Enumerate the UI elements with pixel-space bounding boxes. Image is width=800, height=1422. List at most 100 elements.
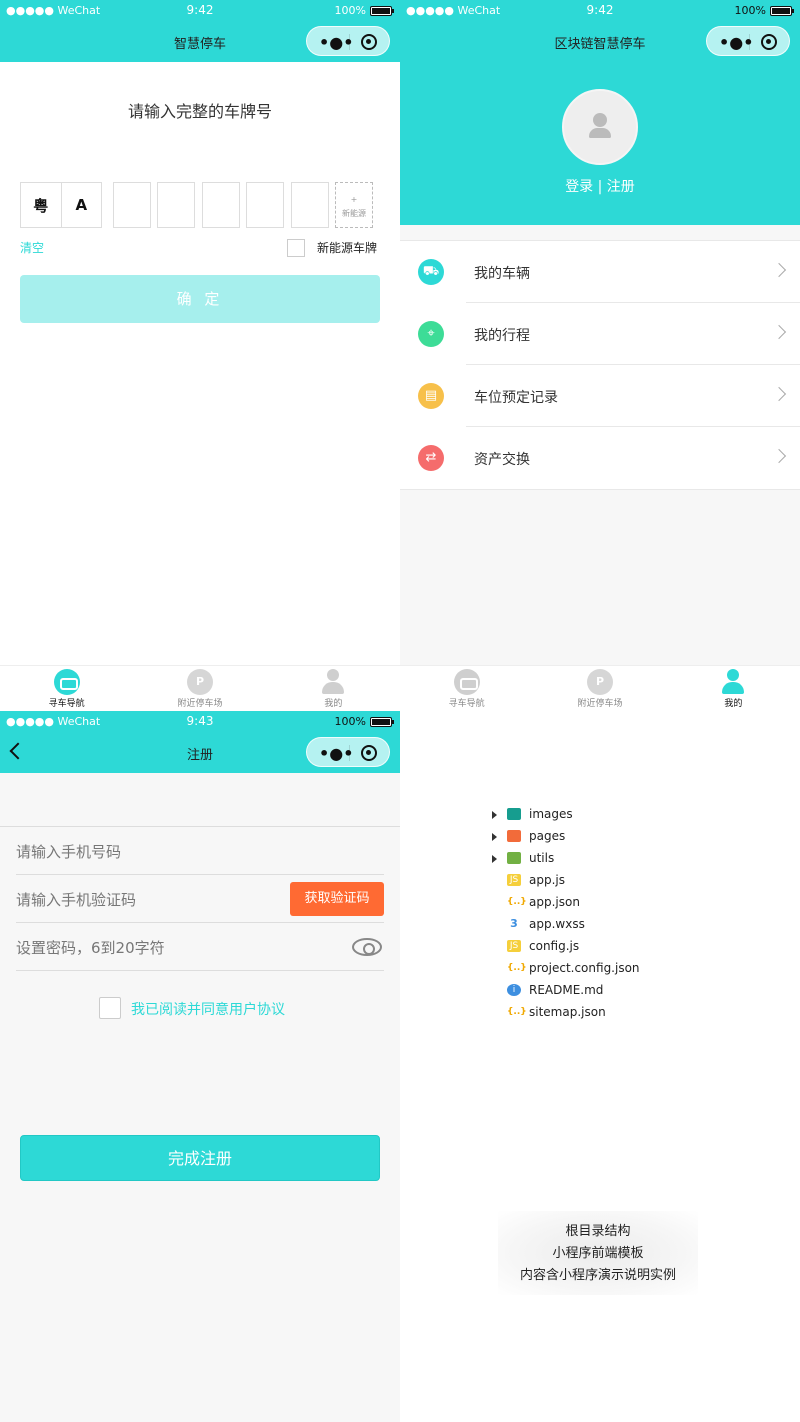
- file-name: sitemap.json: [529, 1005, 606, 1019]
- tab-nearby-parking[interactable]: 附近停车场: [133, 666, 266, 711]
- tree-item[interactable]: {..} app.json: [492, 892, 752, 914]
- battery: 100%: [734, 4, 794, 17]
- expand-arrow-icon[interactable]: [492, 833, 497, 841]
- capsule-divider: [349, 34, 350, 50]
- tab-label: 附近停车场: [577, 699, 623, 709]
- new-energy-label[interactable]: 新能源车牌: [317, 239, 377, 256]
- tree-item[interactable]: {..} project.config.json: [492, 958, 752, 980]
- mini-program-capsule[interactable]: •●•: [706, 26, 790, 56]
- file-name: app.js: [529, 873, 565, 887]
- mini-program-capsule[interactable]: •●•: [306, 737, 390, 767]
- info-icon: i: [507, 984, 521, 996]
- caption-line: 内容含小程序演示说明实例: [519, 1268, 676, 1283]
- tab-label: 寻车导航: [48, 699, 85, 709]
- battery-percent: 100%: [734, 4, 766, 17]
- new-energy-char-box[interactable]: + 新能源: [335, 182, 373, 228]
- eye-icon[interactable]: [352, 938, 382, 956]
- battery-icon: [370, 5, 394, 16]
- folder-pages-icon: [507, 830, 521, 842]
- agreement-checkbox[interactable]: [99, 997, 121, 1019]
- tab-label: 我的: [724, 699, 743, 709]
- folder-images-icon: [507, 808, 521, 820]
- tree-item[interactable]: JS config.js: [492, 936, 752, 958]
- confirm-button[interactable]: 确 定: [20, 275, 380, 323]
- tree-item[interactable]: images: [492, 804, 752, 826]
- plate-char-box[interactable]: [291, 182, 329, 228]
- plate-char-box[interactable]: [113, 182, 151, 228]
- expand-arrow-icon[interactable]: [492, 855, 497, 863]
- battery-percent: 100%: [334, 715, 366, 728]
- file-name: app.json: [529, 895, 580, 909]
- tab-car-navigation[interactable]: 寻车导航: [0, 666, 133, 711]
- tree-item[interactable]: JS app.js: [492, 870, 752, 892]
- chevron-right-icon: [771, 262, 787, 278]
- close-target-icon[interactable]: [761, 34, 777, 50]
- close-target-icon[interactable]: [361, 745, 377, 761]
- battery-icon: [370, 716, 394, 727]
- tree-item[interactable]: 3 app.wxss: [492, 914, 752, 936]
- code-input[interactable]: 请输入手机验证码: [16, 889, 136, 910]
- mini-program-capsule[interactable]: •●•: [306, 26, 390, 56]
- menu-list: ⛟ 我的车辆 ⌖ 我的行程 ▤ 车位预定记录 ⇄ 资产交换: [400, 240, 800, 490]
- province-selector[interactable]: 粤: [21, 183, 62, 227]
- phone-input[interactable]: 请输入手机号码: [16, 841, 121, 862]
- mine-screen: ●●●●● WeChat 9:42 100% 区块链智慧停车 •●• 登录 | …: [400, 0, 800, 711]
- tab-mine[interactable]: 我的: [267, 666, 400, 711]
- get-code-button[interactable]: 获取验证码: [290, 882, 384, 916]
- code-field[interactable]: 请输入手机验证码 获取验证码: [16, 875, 384, 923]
- plate-char-box[interactable]: [202, 182, 240, 228]
- car-navigation-icon: [453, 669, 480, 695]
- plus-icon: +: [350, 195, 358, 204]
- battery: 100%: [335, 4, 394, 17]
- menu-item-asset-exchange[interactable]: ⇄ 资产交换: [400, 427, 800, 489]
- clear-link[interactable]: 清空: [20, 239, 44, 256]
- tab-label: 附近停车场: [177, 699, 223, 709]
- file-tree: images pages utils JS app.js {..} app.js…: [492, 804, 752, 1024]
- menu-item-label: 我的行程: [474, 328, 530, 344]
- nav-bar: 注册 •●•: [0, 733, 400, 773]
- css-file-icon: 3: [510, 917, 518, 930]
- plate-char-box[interactable]: [157, 182, 195, 228]
- location-pin-icon: ⌖: [418, 321, 444, 347]
- menu-item-label: 车位预定记录: [474, 390, 558, 406]
- tree-item[interactable]: utils: [492, 848, 752, 870]
- file-tree-panel: images pages utils JS app.js {..} app.js…: [400, 711, 800, 1422]
- file-name: config.js: [529, 939, 580, 953]
- json-file-icon: {..}: [507, 897, 527, 907]
- new-energy-checkbox[interactable]: [287, 239, 305, 257]
- menu-item-label: 资产交换: [474, 452, 530, 468]
- register-screen: ●●●●● WeChat 9:43 100% 注册 •●• 请输入手机号码 请输…: [0, 711, 400, 1422]
- tab-mine[interactable]: 我的: [667, 666, 800, 711]
- letter-selector[interactable]: A: [62, 183, 102, 227]
- file-name: app.wxss: [529, 917, 585, 931]
- menu-item-reservations[interactable]: ▤ 车位预定记录: [400, 365, 800, 427]
- folder-utils-icon: [507, 852, 521, 864]
- tree-item[interactable]: i README.md: [492, 980, 752, 1002]
- expand-arrow-icon[interactable]: [492, 811, 497, 819]
- profile-header: 登录 | 注册: [400, 62, 800, 225]
- capsule-divider: [749, 34, 750, 50]
- tree-item[interactable]: pages: [492, 826, 752, 848]
- close-target-icon[interactable]: [361, 34, 377, 50]
- file-name: project.config.json: [529, 961, 640, 975]
- tree-item[interactable]: {..} sitemap.json: [492, 1002, 752, 1024]
- agreement-link[interactable]: 我已阅读并同意用户协议: [131, 999, 285, 1019]
- car-icon: ⛟: [418, 259, 444, 285]
- plate-heading: 请输入完整的车牌号: [127, 102, 272, 121]
- plate-char-box[interactable]: [246, 182, 284, 228]
- menu-item-my-vehicles[interactable]: ⛟ 我的车辆: [400, 241, 800, 303]
- phone-field[interactable]: 请输入手机号码: [16, 827, 384, 875]
- avatar[interactable]: [562, 89, 638, 165]
- plate-prefix[interactable]: 粤 A: [20, 182, 102, 228]
- tab-nearby-parking[interactable]: 附近停车场: [533, 666, 666, 711]
- status-bar: ●●●●● WeChat 9:42 100%: [400, 0, 800, 22]
- parking-icon: [586, 669, 613, 695]
- menu-item-my-trips[interactable]: ⌖ 我的行程: [400, 303, 800, 365]
- capsule-divider: [349, 745, 350, 761]
- password-field[interactable]: 设置密码，6到20字符: [16, 923, 384, 971]
- login-register-link[interactable]: 登录 | 注册: [400, 176, 800, 196]
- js-file-icon: JS: [507, 874, 521, 886]
- password-input[interactable]: 设置密码，6到20字符: [16, 937, 165, 958]
- submit-register-button[interactable]: 完成注册: [20, 1135, 380, 1181]
- tab-car-navigation[interactable]: 寻车导航: [400, 666, 533, 711]
